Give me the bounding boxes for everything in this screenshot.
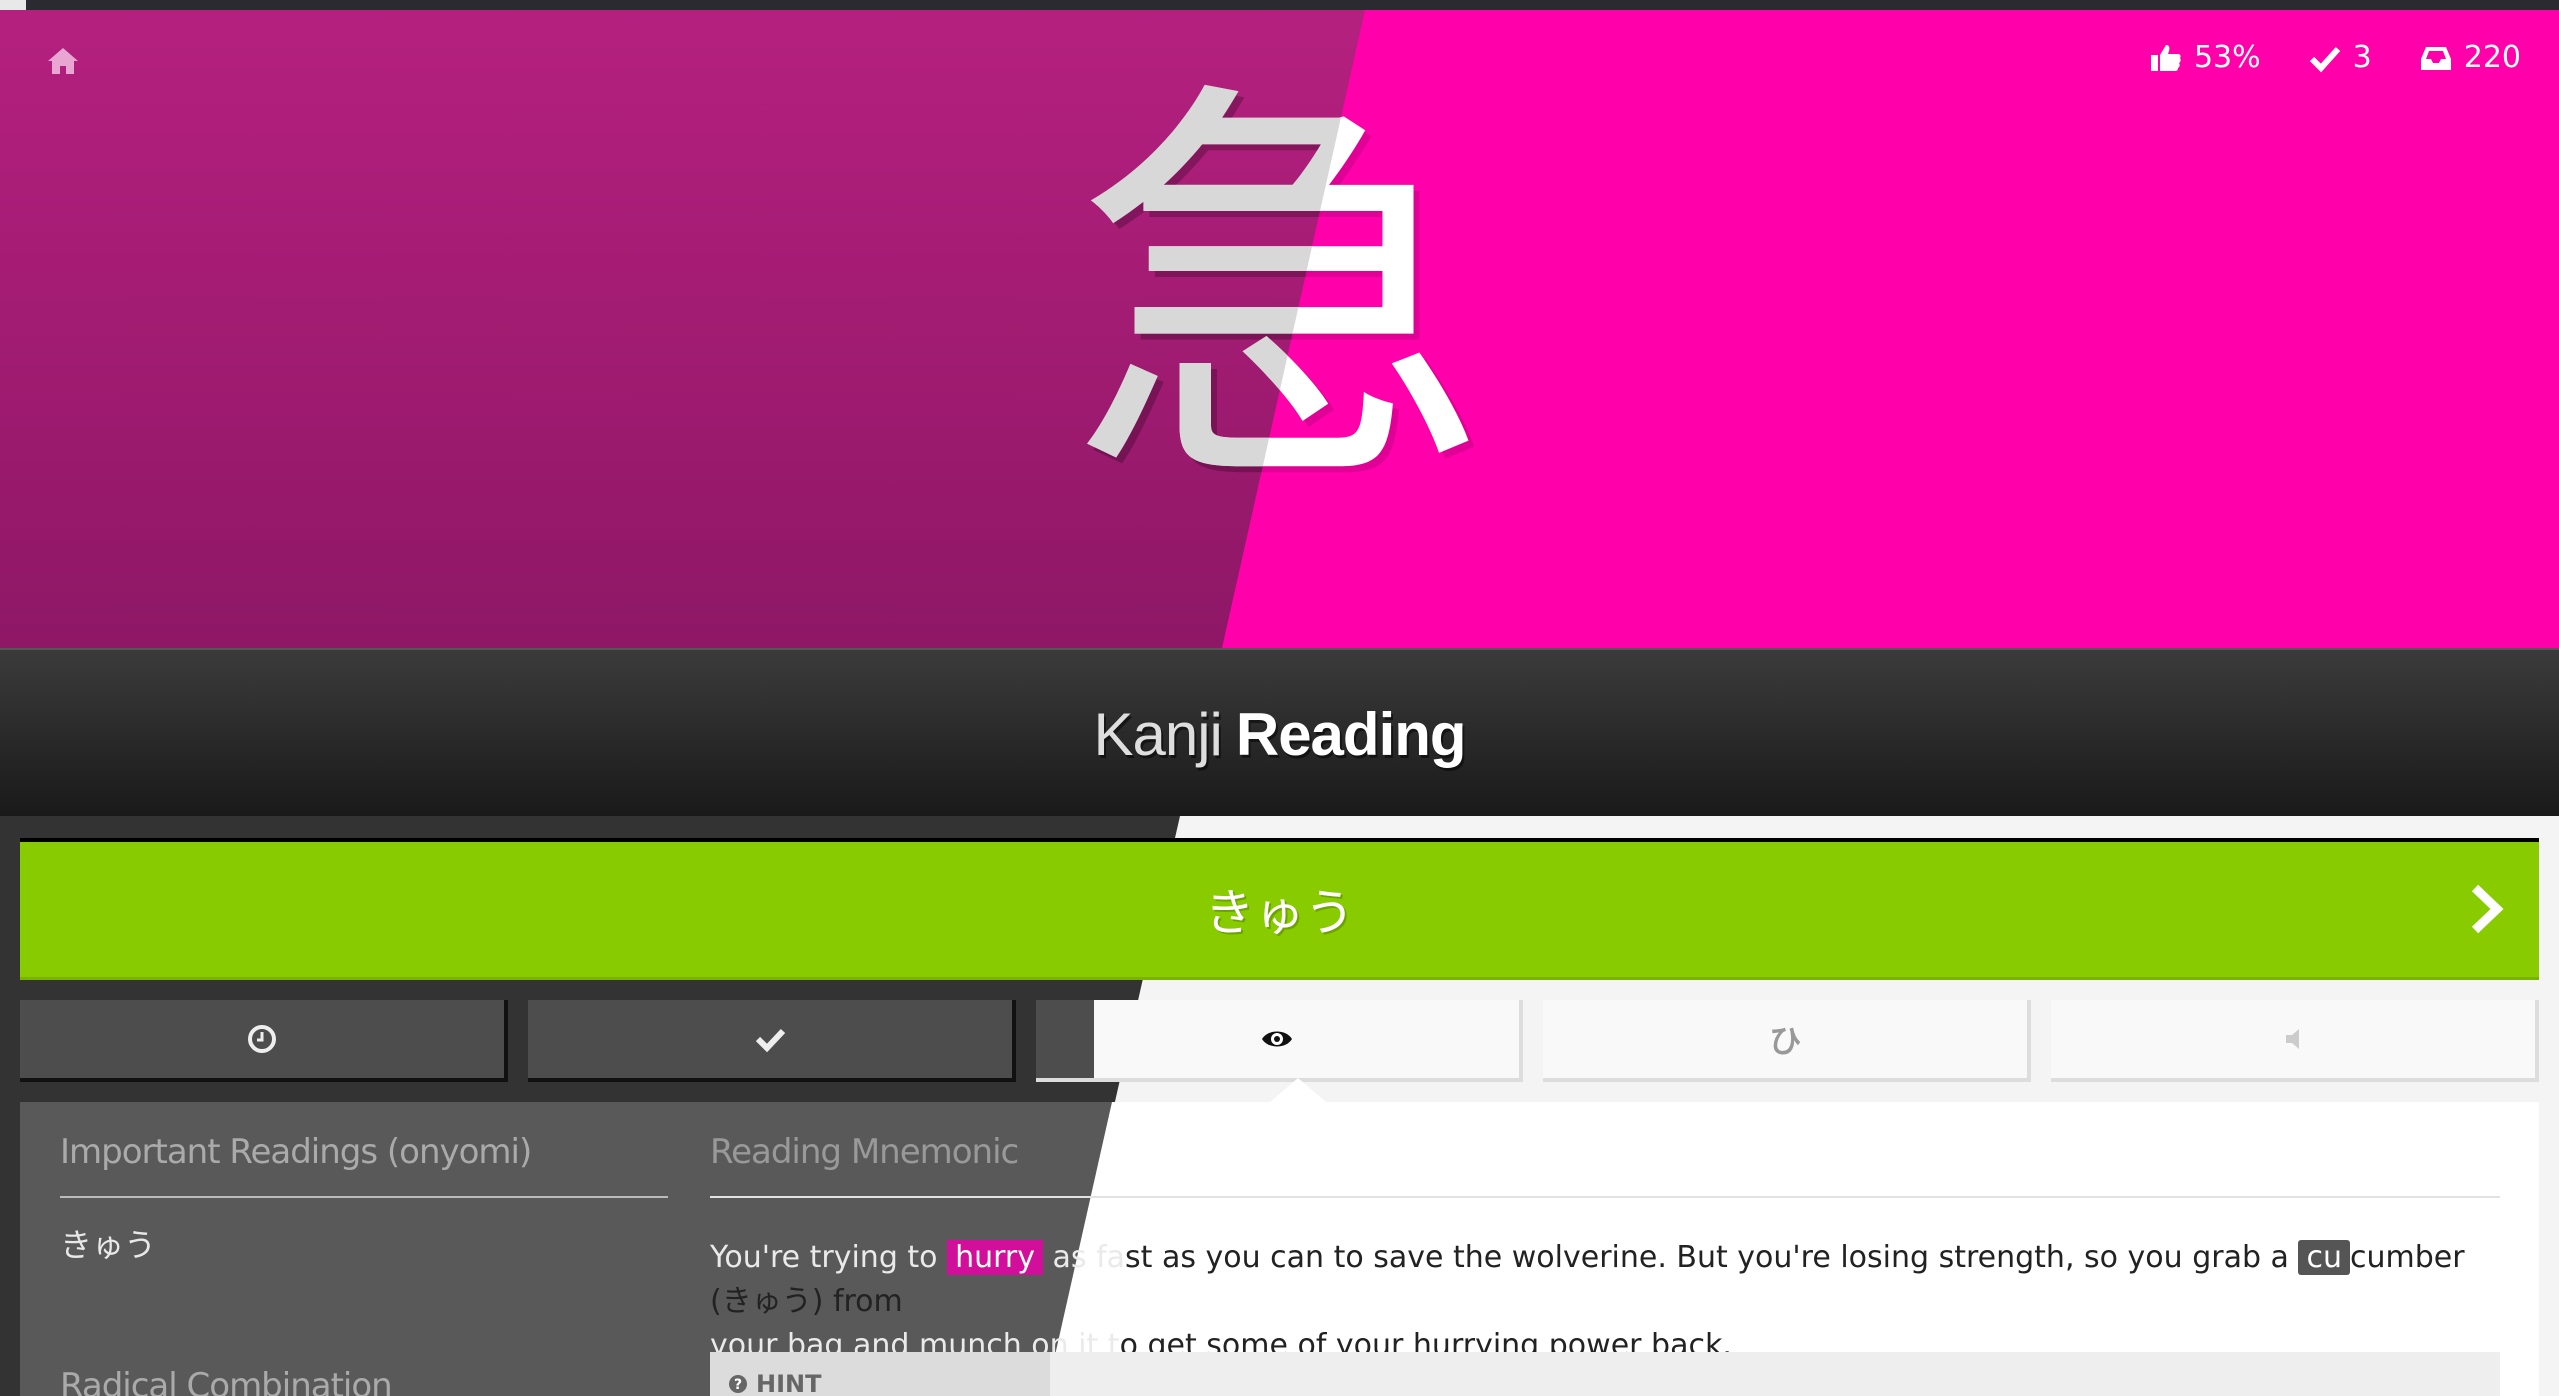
radical-combination-heading: Radical Combination: [60, 1366, 393, 1396]
tab-correct[interactable]: [527, 1000, 1016, 1082]
eye-icon: [1262, 1031, 1293, 1047]
mnemonic-text-part: You're trying to: [710, 1240, 948, 1275]
answer-area: きゅう ひ Important Readings (onyomi) きゅう Ra…: [0, 816, 2559, 1396]
onyomi-reading: きゅう: [60, 1226, 157, 1264]
readings-column: Important Readings (onyomi) きゅう Radical …: [60, 1132, 668, 1396]
tab-pointer: [1270, 1078, 1326, 1102]
hint-box: ? HINT: [710, 1352, 2500, 1396]
item-info-panel: Important Readings (onyomi) きゅう Radical …: [20, 1102, 2539, 1396]
stat-completed: 3: [2309, 40, 2372, 75]
question-type-title: Kanji Reading: [1093, 700, 1467, 769]
svg-text:?: ?: [734, 1377, 742, 1393]
tab-kana[interactable]: ひ: [1543, 1000, 2032, 1082]
progress-bar: [0, 0, 2559, 10]
hiragana-icon: ひ: [1769, 1022, 1802, 1060]
stat-queue-value: 220: [2463, 40, 2521, 75]
tab-audio[interactable]: [2051, 1000, 2539, 1082]
stat-completed-value: 3: [2352, 40, 2372, 75]
answer-input[interactable]: きゅう: [20, 838, 2539, 980]
mnemonic-column: Reading Mnemonic You're trying to hurry …: [710, 1132, 2500, 1368]
hint-label-text: HINT: [756, 1370, 822, 1396]
stat-percent-value: 53%: [2193, 40, 2261, 75]
question-mode-label: Reading: [1235, 700, 1467, 768]
important-readings-heading: Important Readings (onyomi): [60, 1132, 668, 1198]
stat-queue: 220: [2420, 40, 2521, 75]
chevron-right-icon[interactable]: [2467, 882, 2507, 936]
tab-previous[interactable]: [20, 1000, 508, 1082]
stats-bar: 53% 3 220: [2150, 40, 2521, 75]
subject-hero: 急 急 53% 3 220: [0, 10, 2559, 648]
mnemonic-text-part: st as you can to save the wolverine. But…: [1125, 1240, 2299, 1275]
question-circle-icon: ?: [729, 1375, 747, 1393]
mnemonic-text-part: as fa: [1042, 1240, 1126, 1275]
progress-fill: [0, 0, 26, 10]
home-icon[interactable]: [46, 46, 80, 76]
tab-item-info[interactable]: [1035, 1000, 1524, 1082]
inbox-icon: [2420, 46, 2451, 70]
audio-icon: [2286, 1029, 2300, 1049]
answer-value: きゅう: [1204, 884, 1355, 942]
mnemonic-highlight-kana: cu: [2298, 1240, 2350, 1275]
check-icon: [755, 1028, 785, 1053]
clock-icon: [247, 1025, 276, 1053]
reading-mnemonic-heading: Reading Mnemonic: [710, 1132, 2500, 1198]
hint-label: ? HINT: [728, 1370, 821, 1396]
thumbs-up-icon: [2150, 44, 2181, 71]
check-icon: [2309, 46, 2340, 72]
reading-mnemonic-text: You're trying to hurry as fast as you ca…: [710, 1236, 2500, 1368]
mnemonic-highlight-reading: hurry: [947, 1240, 1043, 1275]
stat-percent-correct: 53%: [2150, 40, 2261, 75]
additional-content-tabs: ひ: [20, 1000, 2539, 1082]
question-type-header: Kanji Reading: [0, 648, 2559, 818]
subject-type-label: Kanji: [1093, 700, 1222, 768]
